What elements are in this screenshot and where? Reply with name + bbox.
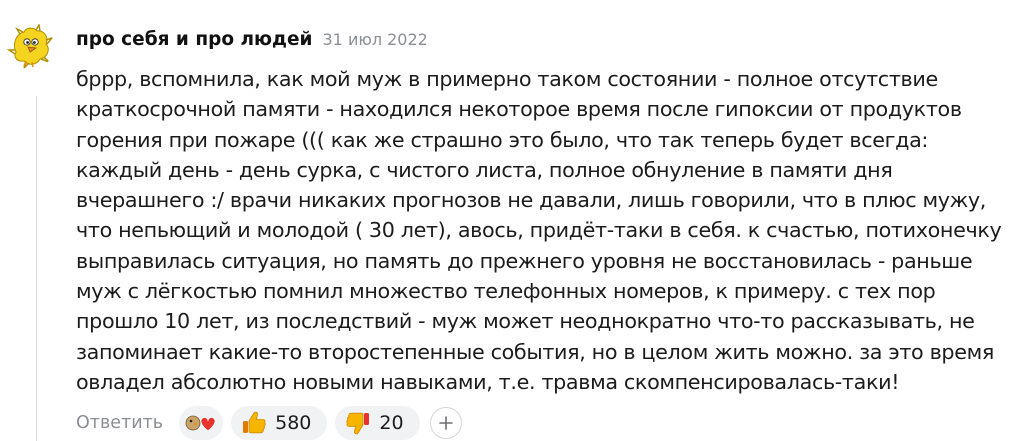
thumbs-up-icon bbox=[241, 410, 267, 436]
plus-icon bbox=[438, 416, 453, 430]
comment-text-line: запоминает какие-то второстепенные событ… bbox=[76, 339, 994, 364]
comment-text: бррр, вспомнила, как мой муж в примерно … bbox=[76, 64, 1024, 397]
reactions-stack-icon bbox=[184, 412, 218, 434]
author-avatar[interactable] bbox=[6, 22, 54, 70]
comment-date[interactable]: 31 июл 2022 bbox=[323, 30, 428, 49]
comment: про себя и про людей 31 июл 2022 бррр, в… bbox=[0, 0, 1026, 441]
like-count: 580 bbox=[275, 412, 312, 434]
comment-text-line: бррр, вспомнила, как мой муж в примерно … bbox=[76, 67, 938, 91]
like-button[interactable]: 580 bbox=[231, 406, 328, 440]
comment-text-line: вчерашнего :/ врачи никаких прогнозов не… bbox=[76, 188, 987, 213]
add-reaction-button[interactable] bbox=[429, 407, 462, 439]
yellow-bird-avatar-icon bbox=[6, 22, 54, 70]
comment-text-line: горения при пожаре ((( как же страшно эт… bbox=[76, 127, 929, 152]
thumbs-down-icon bbox=[345, 410, 371, 436]
comment-text-line: прошло 10 лет, из последствий - муж може… bbox=[76, 309, 975, 334]
comment-text-line: муж с лёгкостью помнил множество телефон… bbox=[76, 279, 936, 304]
comment-actions: Ответить 580 20 bbox=[76, 406, 462, 440]
comment-text-line: краткосрочной памяти - находился некотор… bbox=[76, 97, 962, 122]
comment-header: про себя и про людей 31 июл 2022 bbox=[76, 29, 428, 55]
dislike-count: 20 bbox=[379, 412, 404, 434]
reply-button[interactable]: Ответить bbox=[76, 413, 163, 433]
thread-line[interactable] bbox=[36, 96, 37, 441]
comment-text-line: каждый день - день сурка, с чистого лист… bbox=[76, 157, 893, 182]
comment-text-line: выправилась ситуация, но память до прежн… bbox=[76, 248, 973, 273]
author-name[interactable]: про себя и про людей bbox=[76, 29, 313, 50]
dislike-button[interactable]: 20 bbox=[335, 406, 420, 440]
reactions-button[interactable] bbox=[179, 406, 224, 440]
comment-text-line: что непьющий и молодой ( 30 лет), авось,… bbox=[76, 218, 1002, 243]
comment-text-line: овладел абсолютно новыми навыками, т.е. … bbox=[76, 369, 900, 394]
